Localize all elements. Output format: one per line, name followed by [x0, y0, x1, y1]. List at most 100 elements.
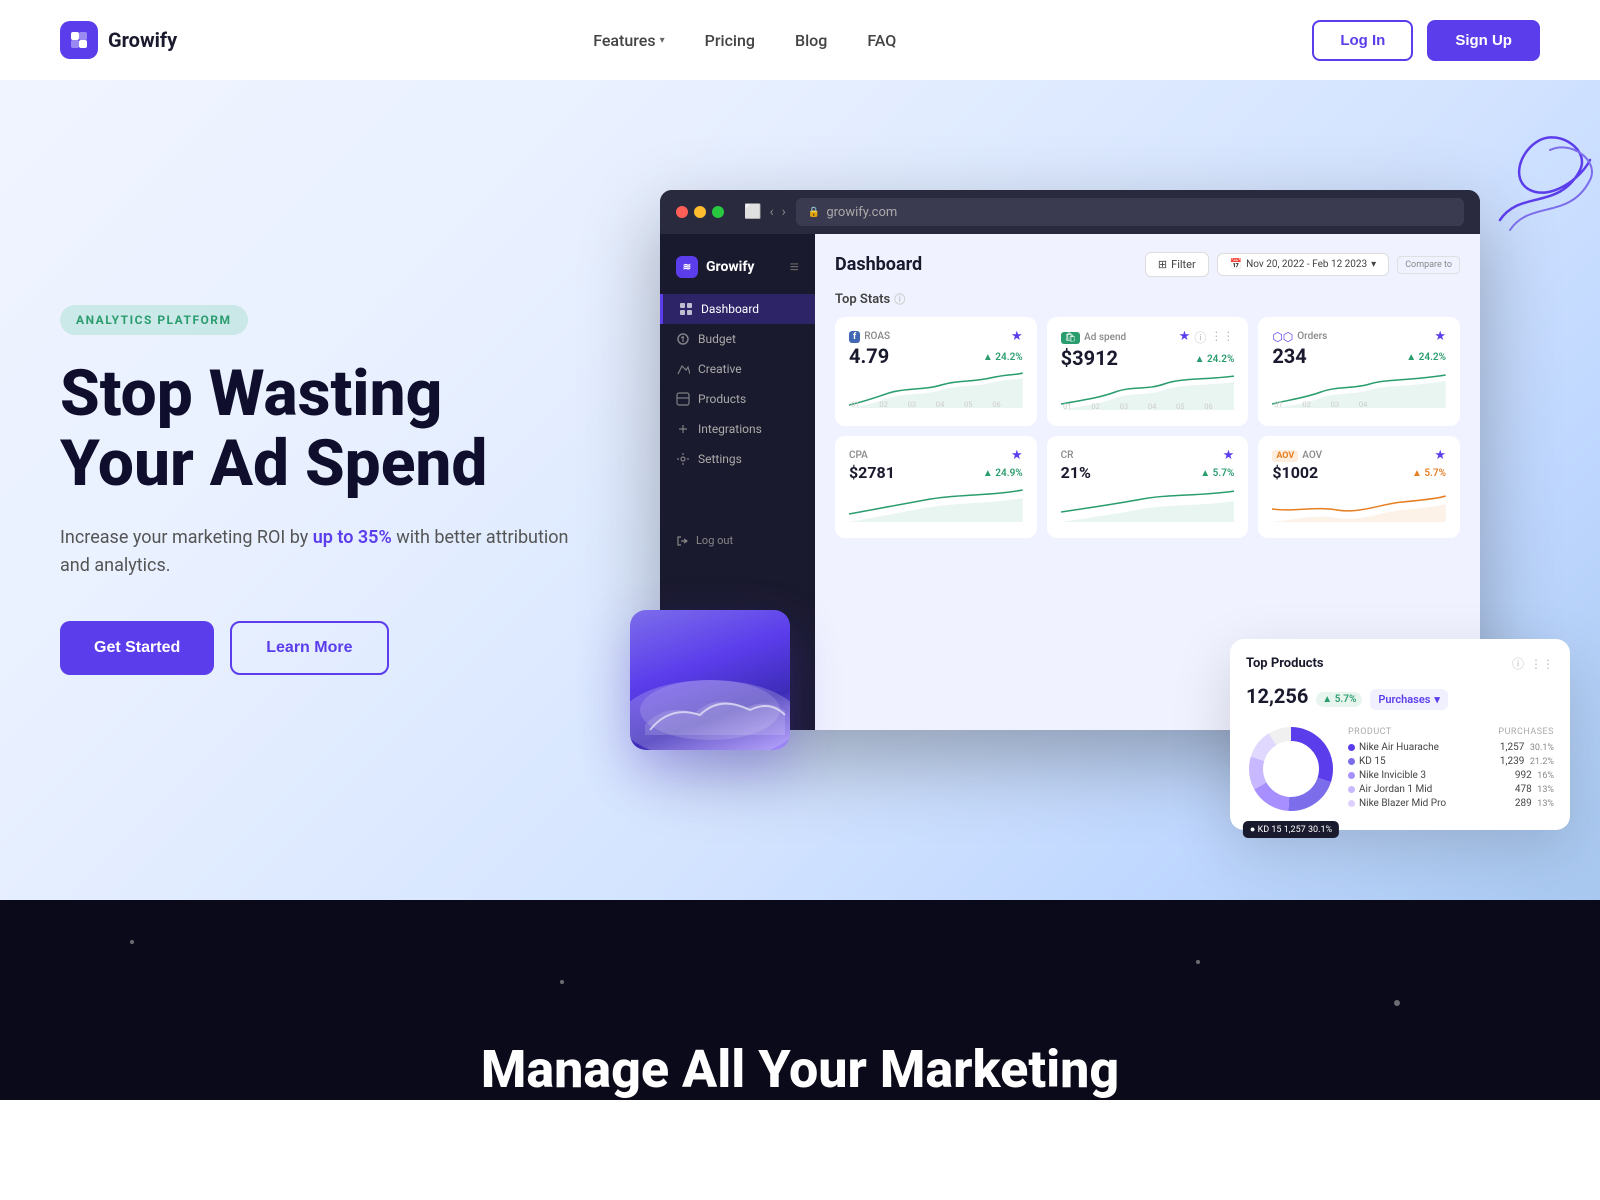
compare-button[interactable]: Compare to: [1397, 256, 1460, 274]
learn-more-button[interactable]: Learn More: [230, 621, 388, 675]
creative-icon: [676, 362, 690, 376]
brand-name: Growify: [108, 28, 177, 52]
budget-icon: [676, 332, 690, 346]
svg-text:04: 04: [1147, 402, 1156, 410]
chevron-icon: ▾: [1371, 259, 1376, 270]
svg-text:02: 02: [1303, 400, 1312, 408]
stat-card-orders: ⬡⬡ Orders ★ 234 ▲ 24.2%: [1258, 317, 1460, 426]
tp-total: 12,256: [1246, 684, 1308, 708]
facebook-icon: f: [849, 331, 860, 343]
browser-bar: ⬜ ‹ › 🔒 growify.com: [660, 190, 1480, 234]
menu-icon: ≡: [790, 257, 799, 277]
aov-label: AOV AOV: [1272, 450, 1322, 462]
sidebar-item-integrations[interactable]: Integrations: [660, 414, 815, 444]
nav-pricing[interactable]: Pricing: [705, 31, 755, 50]
app-logo-bar: ≋ Growify ≡: [660, 250, 815, 294]
nav-features[interactable]: Features ▾: [593, 31, 664, 50]
dot-1: [1348, 744, 1355, 751]
nav-faq[interactable]: FAQ: [867, 31, 896, 50]
svg-text:02: 02: [879, 400, 888, 408]
orders-icon: ⬡⬡: [1272, 330, 1293, 344]
hero-section: ANALYTICS PLATFORM Stop Wasting Your Ad …: [0, 80, 1600, 900]
tp-more-icon: ⋮⋮: [1530, 657, 1554, 671]
sidebar-item-settings[interactable]: Settings: [660, 444, 815, 474]
roas-chart: 01 02 03 04 05 06: [849, 370, 1023, 408]
dot-2: [1348, 758, 1355, 765]
sidebar-item-budget[interactable]: Budget: [660, 324, 815, 354]
filter-button[interactable]: ⊞ Filter: [1145, 252, 1209, 277]
nav-blog[interactable]: Blog: [795, 31, 827, 50]
bottom-title: Manage All Your Marketing: [481, 1039, 1119, 1100]
cpa-chart: [849, 484, 1023, 522]
sidebar-item-dashboard[interactable]: Dashboard: [660, 294, 815, 324]
get-started-button[interactable]: Get Started: [60, 621, 214, 675]
sidebar-item-creative[interactable]: Creative: [660, 354, 815, 384]
star-icon: ★: [1011, 329, 1023, 344]
cpa-label: CPA: [849, 450, 868, 461]
aov-icon: AOV: [1272, 450, 1298, 462]
navbar: Growify Features ▾ Pricing Blog FAQ Log …: [0, 0, 1600, 80]
svg-text:01: 01: [1274, 400, 1283, 408]
stat-card-aov: AOV AOV ★ $1002 ▲ 5.7%: [1258, 436, 1460, 538]
close-dot: [676, 206, 688, 218]
login-button[interactable]: Log In: [1312, 20, 1413, 61]
svg-text:06: 06: [1204, 402, 1213, 410]
sidebar-logout[interactable]: Log out: [660, 474, 815, 557]
sidebar-item-products[interactable]: Products: [660, 384, 815, 414]
dashboard-header: Dashboard ⊞ Filter 📅 Nov 20, 2022 - Feb …: [835, 252, 1460, 277]
cpa-value: $2781: [849, 463, 895, 482]
url-text: growify.com: [826, 205, 897, 220]
purchases-dropdown[interactable]: Purchases ▾: [1370, 689, 1448, 710]
nav-links: Features ▾ Pricing Blog FAQ: [593, 31, 896, 50]
orders-label: ⬡⬡ Orders: [1272, 330, 1327, 344]
tp-row-2: KD 15 1,239 21.2%: [1348, 756, 1554, 767]
logo-link[interactable]: Growify: [60, 21, 177, 59]
dropdown-chevron: ▾: [1434, 693, 1440, 706]
svg-text:03: 03: [1119, 402, 1128, 410]
calendar-icon: 📅: [1230, 259, 1242, 270]
star-dot-3: [1196, 960, 1200, 964]
tp-info-icon: ⓘ: [1512, 655, 1524, 672]
star-icon3: ★: [1434, 329, 1446, 344]
adspend-value: $3912: [1061, 346, 1118, 370]
products-icon: [676, 392, 690, 406]
donut-tooltip: ● KD 15 1,257 30.1%: [1243, 821, 1339, 838]
orders-value: 234: [1272, 344, 1306, 368]
hero-title: Stop Wasting Your Ad Spend: [60, 359, 580, 500]
svg-text:05: 05: [964, 400, 973, 408]
sidebar-menu: Dashboard Budget: [660, 294, 815, 474]
aov-change: ▲ 5.7%: [1412, 468, 1446, 479]
star-icon6: ★: [1434, 448, 1446, 463]
bottom-section: Manage All Your Marketing: [0, 900, 1600, 1100]
nav-actions: Log In Sign Up: [1312, 20, 1540, 61]
hero-subtitle: Increase your marketing ROI by up to 35%…: [60, 524, 580, 582]
more-icon: ⋮⋮: [1210, 329, 1234, 346]
stats-grid-1: f ROAS ★ 4.79 ▲ 24.2%: [835, 317, 1460, 426]
date-range-button[interactable]: 📅 Nov 20, 2022 - Feb 12 2023 ▾: [1217, 253, 1390, 276]
dashboard-mockup: ⬜ ‹ › 🔒 growify.com ≋ Growify ≡: [660, 150, 1540, 830]
decorative-scribble: [1480, 110, 1600, 240]
dot-4: [1348, 786, 1355, 793]
logout-icon: [676, 535, 688, 547]
maximize-dot: [712, 206, 724, 218]
donut-chart-container: ● KD 15 1,257 30.1%: [1246, 724, 1336, 814]
floating-image-card: [630, 610, 790, 750]
cr-chart: [1061, 484, 1235, 522]
aov-value: $1002: [1272, 463, 1318, 482]
app-name: Growify: [706, 259, 754, 275]
tp-table-header: PRODUCT PURCHASES: [1348, 727, 1554, 737]
address-bar: 🔒 growify.com: [796, 198, 1464, 226]
tp-row-3: Nike Invicible 3 992 16%: [1348, 770, 1554, 781]
star-icon4: ★: [1011, 448, 1023, 463]
stat-card-adspend: 🛍 Ad spend ★ ⓘ ⋮⋮ $3912: [1047, 317, 1249, 426]
tp-change-badge: ▲ 5.7%: [1316, 692, 1362, 707]
browser-nav-controls: ⬜ ‹ ›: [744, 204, 786, 220]
hero-content: ANALYTICS PLATFORM Stop Wasting Your Ad …: [60, 305, 580, 675]
aov-chart: [1272, 484, 1446, 522]
top-products-title: Top Products: [1246, 656, 1324, 671]
top-stats-label: Top Stats ⓘ: [835, 291, 1460, 307]
adspend-change: ▲ 24.2%: [1195, 354, 1235, 365]
dashboard-title: Dashboard: [835, 254, 922, 275]
svg-text:04: 04: [936, 400, 945, 408]
signup-button[interactable]: Sign Up: [1427, 20, 1540, 61]
